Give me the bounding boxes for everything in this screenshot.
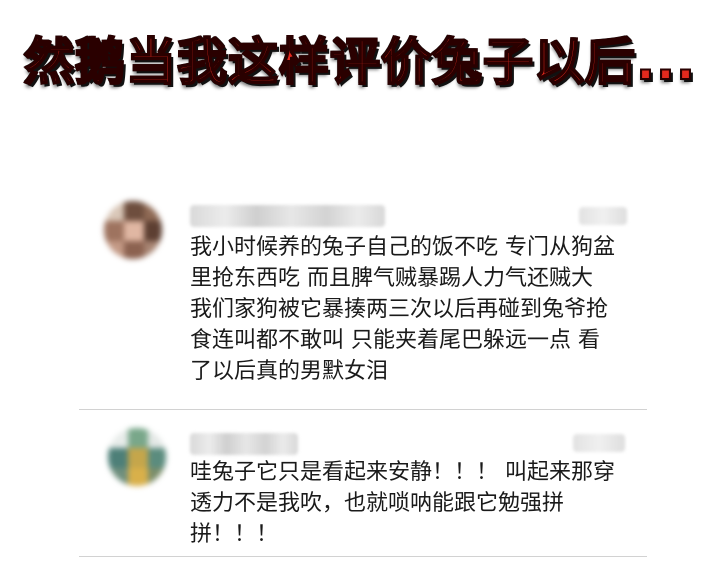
- blurred-username: [190, 433, 298, 455]
- blurred-timestamp: [579, 207, 627, 225]
- blurred-username: [190, 205, 385, 227]
- comment-text: 我小时候养的兔子自己的饭不吃 专门从狗盆 里抢东西吃 而且脾气贼暴踢人力气还贼大…: [190, 232, 615, 387]
- comment-line: 里抢东西吃 而且脾气贼暴踢人力气还贼大: [190, 266, 593, 291]
- comment-line: 拼！！！: [190, 522, 279, 547]
- comment-line: 透力不是我吹，也就唢呐能跟它勉强拼: [190, 491, 565, 516]
- comment-text: 哇兔子它只是看起来安静！！！ 叫起来那穿 透力不是我吹，也就唢呐能跟它勉强拼 拼…: [190, 457, 615, 550]
- headline-title: 然鹅当我这样评价兔子以后...: [23, 32, 696, 92]
- comment-line: 我们家狗被它暴揍两三次以后再碰到兔爷抢: [190, 297, 609, 322]
- comment-line: 食连叫都不敢叫 只能夹着尾巴躲远一点 看: [190, 328, 600, 353]
- blurred-timestamp: [573, 434, 625, 452]
- comment-line: 哇兔子它只是看起来安静！！！ 叫起来那穿: [190, 460, 615, 485]
- comment-line: 了以后真的男默女泪: [190, 359, 389, 384]
- comment-divider: [79, 556, 647, 557]
- user-avatar[interactable]: [108, 428, 166, 486]
- comment-line: 我小时候养的兔子自己的饭不吃 专门从狗盆: [190, 235, 615, 260]
- user-avatar[interactable]: [104, 201, 162, 259]
- comment-divider: [79, 409, 647, 410]
